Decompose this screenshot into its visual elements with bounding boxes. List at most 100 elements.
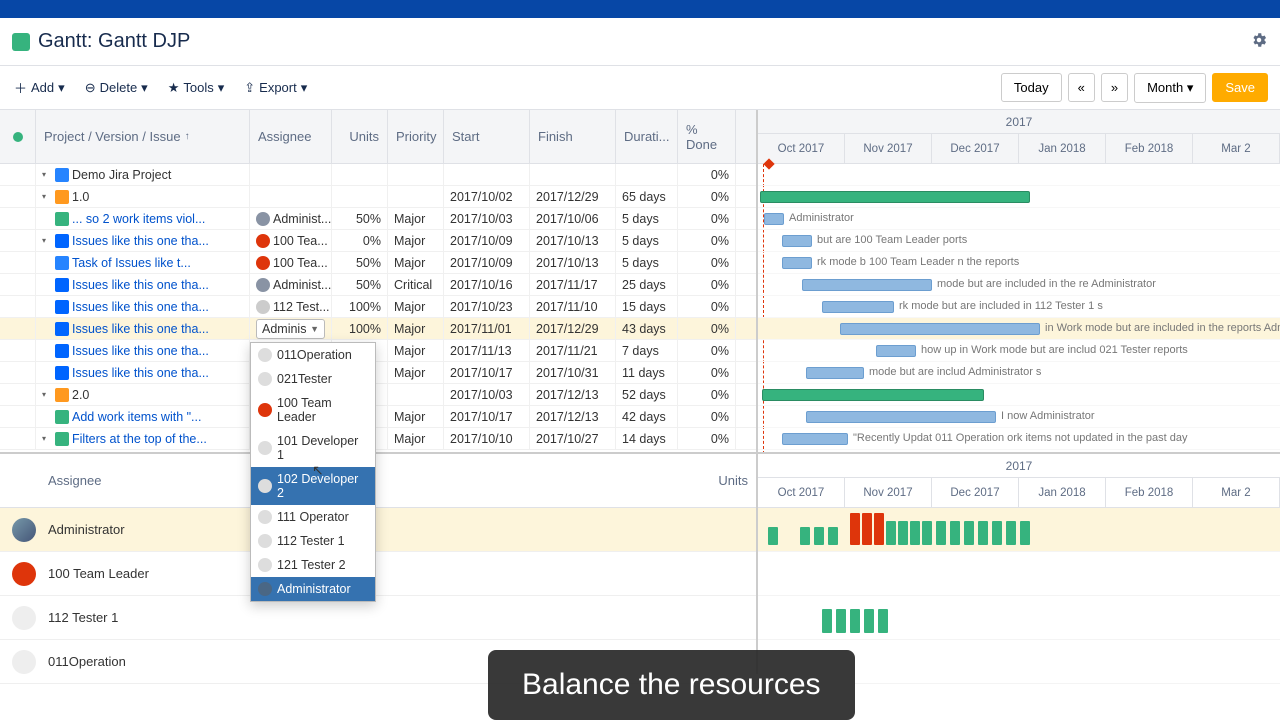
gantt-bar[interactable]: mode but are includ Administrator s bbox=[806, 367, 864, 379]
table-row[interactable]: Issues like this one tha...Administ...50… bbox=[0, 274, 756, 296]
dropdown-item[interactable]: 101 Developer 1 bbox=[251, 429, 375, 467]
table-row[interactable]: ▾Filters at the top of the...Major2017/1… bbox=[0, 428, 756, 450]
gear-icon[interactable] bbox=[1250, 31, 1268, 52]
gantt-bar[interactable]: "Recently Updat 011 Operation ork items … bbox=[782, 433, 848, 445]
name-cell[interactable]: ▾1.0 bbox=[36, 186, 250, 207]
resource-row[interactable]: 112 Tester 1 bbox=[0, 596, 756, 640]
assignee-cell[interactable]: 100 Tea... bbox=[250, 230, 332, 251]
expand-icon[interactable]: ▾ bbox=[42, 434, 52, 443]
dropdown-item[interactable]: 100 Team Leader bbox=[251, 391, 375, 429]
table-row[interactable]: Add work items with "...Major2017/10/172… bbox=[0, 406, 756, 428]
col-units[interactable]: Units bbox=[332, 110, 388, 163]
prev-button[interactable]: « bbox=[1068, 73, 1095, 102]
col-priority[interactable]: Priority bbox=[388, 110, 444, 163]
gantt-bar[interactable]: rk mode b 100 Team Leader n the reports bbox=[782, 257, 812, 269]
name-cell[interactable]: Issues like this one tha... bbox=[36, 362, 250, 383]
table-row[interactable]: ▾1.02017/10/022017/12/2965 days0% bbox=[0, 186, 756, 208]
name-cell[interactable]: ▾Filters at the top of the... bbox=[36, 428, 250, 449]
zoom-button[interactable]: Month ▾ bbox=[1134, 73, 1206, 103]
dropdown-item[interactable]: 021Tester bbox=[251, 367, 375, 391]
gantt-row[interactable]: rk mode but are included in 112 Tester 1… bbox=[758, 296, 1280, 318]
table-row[interactable]: Issues like this one tha...Major2017/10/… bbox=[0, 362, 756, 384]
export-button[interactable]: ⇪Export▾ bbox=[242, 76, 309, 100]
assignee-dropdown[interactable]: 011Operation021Tester100 Team Leader101 … bbox=[250, 342, 376, 602]
assignee-cell[interactable] bbox=[250, 186, 332, 207]
name-cell[interactable]: ▾2.0 bbox=[36, 384, 250, 405]
gantt-row[interactable]: mode but are included in the re Administ… bbox=[758, 274, 1280, 296]
name-cell[interactable]: Add work items with "... bbox=[36, 406, 250, 427]
add-button[interactable]: ＋Add▾ bbox=[12, 74, 67, 101]
dropdown-item[interactable]: 121 Tester 2 bbox=[251, 553, 375, 577]
name-cell[interactable]: Issues like this one tha... bbox=[36, 296, 250, 317]
dropdown-item[interactable]: Administrator bbox=[251, 577, 375, 601]
expand-icon[interactable]: ▾ bbox=[42, 236, 52, 245]
table-row[interactable]: Issues like this one tha...Major2017/11/… bbox=[0, 340, 756, 362]
assignee-cell[interactable]: Administ... bbox=[250, 208, 332, 229]
table-row[interactable]: ▾Demo Jira Project0% bbox=[0, 164, 756, 186]
gantt-row[interactable]: in Work mode but are included in the rep… bbox=[758, 318, 1280, 340]
resource-row[interactable]: Administrator bbox=[0, 508, 756, 552]
name-cell[interactable]: ... so 2 work items viol... bbox=[36, 208, 250, 229]
gantt-bar[interactable]: how up in Work mode but are includ 021 T… bbox=[876, 345, 916, 357]
gantt-row[interactable]: mode but are includ Administrator s bbox=[758, 362, 1280, 384]
table-row[interactable]: Task of Issues like t...100 Tea...50%Maj… bbox=[0, 252, 756, 274]
dropdown-item[interactable]: 102 Developer 2 bbox=[251, 467, 375, 505]
col-finish[interactable]: Finish bbox=[530, 110, 616, 163]
gantt-bar[interactable]: Administrator bbox=[764, 213, 784, 225]
dropdown-item[interactable]: 011Operation bbox=[251, 343, 375, 367]
gantt-row[interactable]: how up in Work mode but are includ 021 T… bbox=[758, 340, 1280, 362]
assignee-cell[interactable]: Administ... bbox=[250, 274, 332, 295]
assignee-cell[interactable] bbox=[250, 164, 332, 185]
gantt-bar[interactable]: but are 100 Team Leader ports bbox=[782, 235, 812, 247]
gantt-row[interactable] bbox=[758, 384, 1280, 406]
col-assignee[interactable]: Assignee bbox=[250, 110, 332, 163]
gantt-row[interactable] bbox=[758, 186, 1280, 208]
gantt-row[interactable]: Administrator bbox=[758, 208, 1280, 230]
gantt-row[interactable]: rk mode b 100 Team Leader n the reports bbox=[758, 252, 1280, 274]
gantt-bar[interactable]: mode but are included in the re Administ… bbox=[802, 279, 932, 291]
name-cell[interactable]: Task of Issues like t... bbox=[36, 252, 250, 273]
dropdown-item[interactable]: 111 Operator bbox=[251, 505, 375, 529]
today-button[interactable]: Today bbox=[1001, 73, 1062, 102]
table-row[interactable]: Issues like this one tha...Adminis▼100%M… bbox=[0, 318, 756, 340]
gantt-bar[interactable]: I now Administrator bbox=[806, 411, 996, 423]
assignee-cell[interactable]: 112 Test... bbox=[250, 296, 332, 317]
delete-button[interactable]: ⊖Delete▾ bbox=[83, 76, 150, 100]
expand-icon[interactable]: ▾ bbox=[42, 390, 52, 399]
assignee-cell[interactable]: 100 Tea... bbox=[250, 252, 332, 273]
col-start[interactable]: Start bbox=[444, 110, 530, 163]
col-duration[interactable]: Durati... bbox=[616, 110, 678, 163]
name-cell[interactable]: Issues like this one tha... bbox=[36, 274, 250, 295]
res-col-units[interactable]: Units bbox=[640, 473, 756, 488]
table-row[interactable]: Issues like this one tha...112 Test...10… bbox=[0, 296, 756, 318]
table-row[interactable]: ▾2.02017/10/032017/12/1352 days0% bbox=[0, 384, 756, 406]
gantt-bar[interactable]: rk mode but are included in 112 Tester 1… bbox=[822, 301, 894, 313]
save-button[interactable]: Save bbox=[1212, 73, 1268, 102]
next-button[interactable]: » bbox=[1101, 73, 1128, 102]
table-row[interactable]: ... so 2 work items viol...Administ...50… bbox=[0, 208, 756, 230]
gantt-bar[interactable] bbox=[762, 389, 984, 401]
gantt-row[interactable]: "Recently Updat 011 Operation ork items … bbox=[758, 428, 1280, 450]
name-cell[interactable]: Issues like this one tha... bbox=[36, 340, 250, 361]
gantt-row[interactable]: I now Administrator bbox=[758, 406, 1280, 428]
name-cell[interactable]: ▾Demo Jira Project bbox=[36, 164, 250, 185]
gantt-row[interactable]: but are 100 Team Leader ports bbox=[758, 230, 1280, 252]
issue-type-icon bbox=[55, 366, 69, 380]
name-cell[interactable]: Issues like this one tha... bbox=[36, 318, 250, 339]
tools-button[interactable]: ★Tools▾ bbox=[166, 76, 227, 100]
col-done[interactable]: % Done bbox=[678, 110, 736, 163]
gantt-row[interactable] bbox=[758, 164, 1280, 186]
gantt-bar[interactable]: in Work mode but are included in the rep… bbox=[840, 323, 1040, 335]
resource-row[interactable]: 100 Team Leader bbox=[0, 552, 756, 596]
dropdown-item[interactable]: 112 Tester 1 bbox=[251, 529, 375, 553]
expand-icon[interactable]: ▾ bbox=[42, 192, 52, 201]
gantt-bar[interactable] bbox=[760, 191, 1030, 203]
utilization-bar bbox=[822, 609, 832, 633]
col-name[interactable]: Project / Version / Issue↑ bbox=[36, 110, 250, 163]
name-cell[interactable]: ▾Issues like this one tha... bbox=[36, 230, 250, 251]
gantt-body[interactable]: Administrator but are 100 Team Leader por… bbox=[758, 164, 1280, 452]
utilization-bar bbox=[1020, 521, 1030, 545]
expand-icon[interactable]: ▾ bbox=[42, 170, 52, 179]
table-row[interactable]: ▾Issues like this one tha...100 Tea...0%… bbox=[0, 230, 756, 252]
assignee-cell-editor[interactable]: Adminis▼ bbox=[256, 319, 325, 339]
